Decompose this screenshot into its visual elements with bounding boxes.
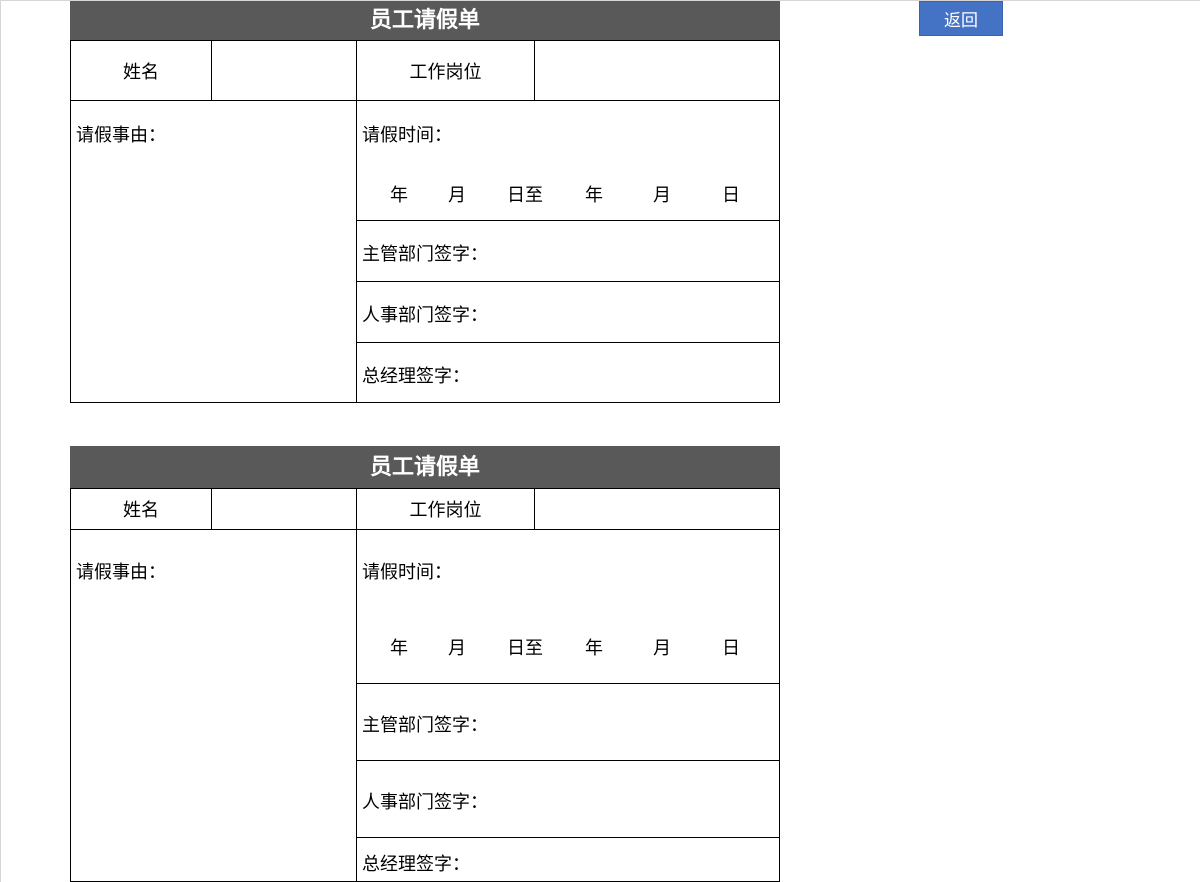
to-month-label: 月: [653, 185, 671, 206]
form-title: 员工请假单: [70, 1, 780, 41]
position-input-cell[interactable]: [534, 40, 780, 101]
position-label: 工作岗位: [409, 500, 482, 521]
position-input-cell[interactable]: [534, 488, 780, 530]
gm-sign-label: 总经理签字：: [362, 854, 470, 875]
leave-time-cell[interactable]: 请假时间： 年 月 日至 年 月 日: [356, 529, 780, 684]
sheet-left-edge: [0, 0, 1, 882]
from-month-label: 月: [448, 638, 466, 659]
hr-sign-label: 人事部门签字：: [362, 792, 488, 813]
name-label: 姓名: [123, 61, 159, 83]
from-day-to-label: 日至: [507, 185, 543, 206]
leave-time-label: 请假时间：: [362, 562, 452, 583]
supervisor-sign-cell[interactable]: 主管部门签字：: [356, 683, 780, 761]
name-label-cell: 姓名: [70, 40, 212, 101]
name-input-cell[interactable]: [211, 488, 357, 530]
form-title: 员工请假单: [70, 446, 780, 489]
supervisor-sign-label: 主管部门签字：: [362, 715, 488, 736]
gm-sign-cell[interactable]: 总经理签字：: [356, 342, 780, 403]
to-year-label: 年: [585, 638, 603, 659]
name-input-cell[interactable]: [211, 40, 357, 101]
supervisor-sign-label: 主管部门签字：: [362, 244, 488, 265]
reason-label: 请假事由：: [76, 125, 166, 146]
leave-time-label: 请假时间：: [362, 125, 452, 146]
supervisor-sign-cell[interactable]: 主管部门签字：: [356, 220, 780, 282]
from-year-label: 年: [390, 185, 408, 206]
to-day-label: 日: [722, 638, 740, 659]
leave-form-1: 员工请假单 姓名 工作岗位 请假事由： 请假时间： 年 月 日至 年 月 日 主…: [70, 1, 780, 403]
gm-sign-cell[interactable]: 总经理签字：: [356, 837, 780, 882]
position-label-cell: 工作岗位: [356, 488, 535, 530]
from-day-to-label: 日至: [507, 638, 543, 659]
hr-sign-label: 人事部门签字：: [362, 305, 488, 326]
date-range-line: 年 月 日至 年 月 日: [357, 181, 779, 206]
position-label-cell: 工作岗位: [356, 40, 535, 101]
reason-cell[interactable]: 请假事由：: [70, 529, 357, 882]
name-label-cell: 姓名: [70, 488, 212, 530]
position-label: 工作岗位: [409, 61, 482, 83]
reason-label: 请假事由：: [76, 562, 166, 583]
gm-sign-label: 总经理签字：: [362, 366, 470, 387]
hr-sign-cell[interactable]: 人事部门签字：: [356, 760, 780, 838]
to-year-label: 年: [585, 185, 603, 206]
leave-form-2: 员工请假单 姓名 工作岗位 请假事由： 请假时间： 年 月 日至 年 月 日 主…: [70, 446, 780, 882]
to-day-label: 日: [722, 185, 740, 206]
name-label: 姓名: [123, 500, 159, 521]
from-year-label: 年: [390, 638, 408, 659]
reason-cell[interactable]: 请假事由：: [70, 100, 357, 403]
leave-time-cell[interactable]: 请假时间： 年 月 日至 年 月 日: [356, 100, 780, 221]
from-month-label: 月: [448, 185, 466, 206]
to-month-label: 月: [653, 638, 671, 659]
hr-sign-cell[interactable]: 人事部门签字：: [356, 281, 780, 343]
back-button[interactable]: 返回: [919, 1, 1003, 36]
date-range-line: 年 月 日至 年 月 日: [357, 634, 779, 659]
